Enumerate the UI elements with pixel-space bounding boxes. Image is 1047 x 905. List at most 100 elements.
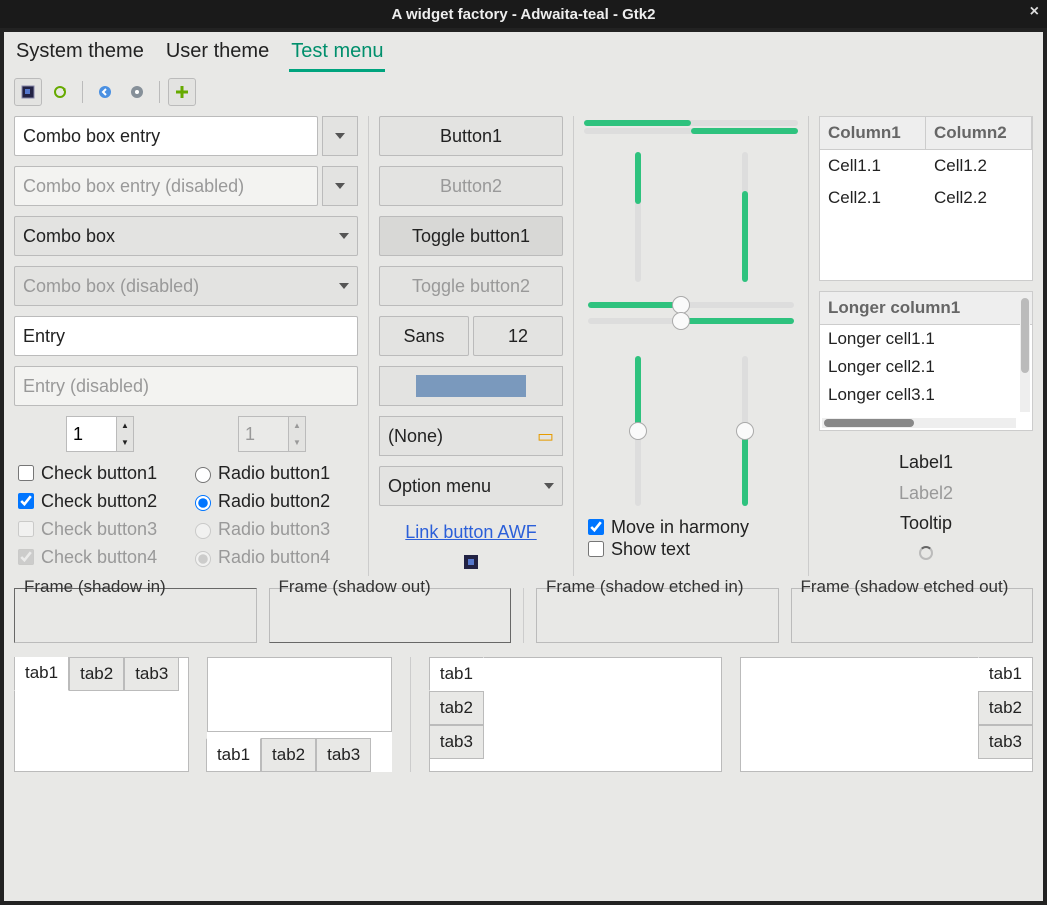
frame-shadow-etched-out: Frame (shadow etched out) — [791, 588, 1034, 643]
combo-box-label: Combo box — [23, 226, 115, 247]
table-header[interactable]: Column1 — [820, 117, 926, 149]
combo-box-entry-disabled: Combo box entry (disabled) — [14, 166, 358, 206]
combo-entry-drop-disabled — [322, 166, 358, 206]
font-button-name[interactable]: Sans — [379, 316, 469, 356]
combo-box-disabled-label: Combo box (disabled) — [23, 276, 199, 297]
table-row[interactable]: Longer cell3.1 — [820, 381, 1032, 409]
file-chooser[interactable]: (None) ▭ — [379, 416, 563, 456]
label-1: Label1 — [819, 447, 1033, 478]
table-row[interactable]: Longer cell1.1 — [820, 325, 1032, 353]
tab[interactable]: tab1 — [206, 738, 261, 772]
window-title: A widget factory - Adwaita-teal - Gtk2 — [392, 6, 656, 23]
table-2: Longer column1 Longer cell1.1 Longer cel… — [819, 291, 1033, 431]
back-icon[interactable] — [91, 78, 119, 106]
combo-entry-input[interactable]: Combo box entry — [14, 116, 318, 156]
separator — [523, 588, 524, 643]
chevron-down-icon — [339, 233, 349, 239]
check-button-3: Check button3 — [14, 518, 182, 540]
table-header[interactable]: Column2 — [926, 117, 1032, 149]
tab[interactable]: tab1 — [14, 657, 69, 691]
tab[interactable]: tab3 — [429, 725, 484, 759]
color-button[interactable] — [379, 366, 563, 406]
disc-icon[interactable] — [123, 78, 151, 106]
toolbar — [4, 74, 1043, 116]
slider-1[interactable] — [588, 302, 794, 308]
entry[interactable]: Entry — [14, 316, 358, 356]
chevron-down-icon — [339, 283, 349, 289]
table-row[interactable]: Cell1.1 Cell1.2 — [820, 150, 1032, 182]
spin-up-2: ▲ — [289, 417, 305, 434]
frame-shadow-etched-in: Frame (shadow etched in) — [536, 588, 779, 643]
spin-up-1[interactable]: ▲ — [117, 417, 133, 434]
toggle-button-2: Toggle button2 — [379, 266, 563, 306]
tab[interactable]: tab3 — [316, 738, 371, 772]
table-row[interactable]: Cell2.1 Cell2.2 — [820, 182, 1032, 214]
toolbar-separator — [82, 81, 83, 103]
tab[interactable]: tab3 — [978, 725, 1033, 759]
check-move-harmony[interactable]: Move in harmony — [584, 516, 798, 538]
vertical-progress-1 — [635, 152, 641, 282]
combo-box-disabled: Combo box (disabled) — [14, 266, 358, 306]
font-button-size[interactable]: 12 — [473, 316, 563, 356]
tab[interactable]: tab2 — [261, 738, 316, 772]
tool-square-icon[interactable] — [14, 78, 42, 106]
link-button[interactable]: Link button AWF — [379, 522, 563, 543]
radio-button-4: Radio button4 — [190, 546, 358, 568]
plus-icon[interactable] — [168, 78, 196, 106]
tab[interactable]: tab2 — [429, 691, 484, 725]
tab[interactable]: tab2 — [69, 657, 124, 691]
menu-test-menu[interactable]: Test menu — [289, 38, 385, 72]
toolbar-separator — [159, 81, 160, 103]
separator — [410, 657, 411, 772]
frame-shadow-out: Frame (shadow out) — [269, 588, 512, 643]
spin-button-1: ▲ ▼ — [66, 416, 134, 452]
tab[interactable]: tab1 — [978, 657, 1033, 691]
close-icon[interactable]: × — [1030, 3, 1039, 21]
titlebar: A widget factory - Adwaita-teal - Gtk2 × — [0, 0, 1047, 28]
spin-down-1[interactable]: ▼ — [117, 434, 133, 451]
spin-input-2 — [238, 416, 288, 452]
vertical-slider-2[interactable] — [742, 356, 748, 506]
tab[interactable]: tab3 — [124, 657, 179, 691]
table-header[interactable]: Longer column1 — [820, 292, 1032, 325]
table-1: Column1 Column2 Cell1.1 Cell1.2 Cell2.1 … — [819, 116, 1033, 281]
file-chooser-label: (None) — [388, 426, 443, 447]
button-2: Button2 — [379, 166, 563, 206]
spin-down-2: ▼ — [289, 434, 305, 451]
check-button-4: Check button4 — [14, 546, 182, 568]
radio-button-1[interactable]: Radio button1 — [190, 462, 358, 484]
folder-icon: ▭ — [537, 426, 554, 447]
notebook-left: tab1 tab2 tab3 — [429, 657, 722, 772]
tab[interactable]: tab1 — [429, 657, 484, 691]
vertical-progress-2 — [742, 152, 748, 282]
check-show-text[interactable]: Show text — [584, 538, 798, 560]
vertical-slider-1[interactable] — [635, 356, 641, 506]
spin-input-1[interactable] — [66, 416, 116, 452]
entry-disabled: Entry (disabled) — [14, 366, 358, 406]
slider-2[interactable] — [588, 318, 794, 324]
option-menu[interactable]: Option menu — [379, 466, 563, 506]
horizontal-scrollbar[interactable] — [822, 418, 1016, 428]
combo-entry-input-disabled: Combo box entry (disabled) — [14, 166, 318, 206]
chevron-down-icon — [544, 483, 554, 489]
spinner-icon — [919, 546, 933, 560]
toggle-button-1[interactable]: Toggle button1 — [379, 216, 563, 256]
combo-box[interactable]: Combo box — [14, 216, 358, 256]
tooltip-label: Tooltip — [819, 508, 1033, 539]
notebook-right: tab1 tab2 tab3 — [740, 657, 1033, 772]
combo-entry-drop[interactable] — [322, 116, 358, 156]
menu-system-theme[interactable]: System theme — [14, 38, 146, 72]
label-2: Label2 — [819, 478, 1033, 509]
window-body: System theme User theme Test menu Combo … — [4, 32, 1043, 901]
menu-user-theme[interactable]: User theme — [164, 38, 271, 72]
notebook-top: tab1 tab2 tab3 — [14, 657, 189, 772]
radio-button-2[interactable]: Radio button2 — [190, 490, 358, 512]
vertical-scrollbar[interactable] — [1020, 296, 1030, 412]
refresh-icon[interactable] — [46, 78, 74, 106]
progress-bar-2 — [584, 128, 798, 134]
check-button-2[interactable]: Check button2 — [14, 490, 182, 512]
button-1[interactable]: Button1 — [379, 116, 563, 156]
table-row[interactable]: Longer cell2.1 — [820, 353, 1032, 381]
check-button-1[interactable]: Check button1 — [14, 462, 182, 484]
tab[interactable]: tab2 — [978, 691, 1033, 725]
